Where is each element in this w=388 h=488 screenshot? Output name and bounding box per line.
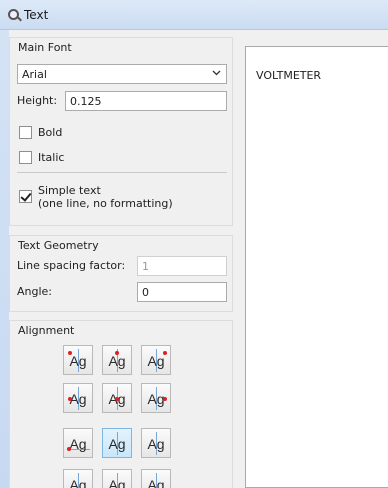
divider <box>17 172 227 173</box>
align-top-center-button[interactable]: Ag <box>102 345 132 375</box>
align-glyph: Ag <box>108 477 126 488</box>
height-input[interactable]: 0.125 <box>65 91 227 111</box>
align-glyph: Ag <box>147 477 165 488</box>
align-glyph: Ag <box>147 436 165 452</box>
line-spacing-input[interactable]: 1 <box>137 256 227 276</box>
align-top-left-button[interactable]: Ag <box>63 345 93 375</box>
angle-input-value: 0 <box>142 286 149 299</box>
line-spacing-label: Line spacing factor: <box>17 259 126 272</box>
align-glyph: Ag <box>108 353 126 369</box>
align-bottom-left-button[interactable]: Ag <box>63 469 93 488</box>
text-geometry-group-title: Text Geometry <box>18 239 99 252</box>
align-glyph: Ag <box>69 477 87 488</box>
anchor-dot <box>68 351 72 355</box>
anchor-dot <box>67 447 71 451</box>
align-middle-center-button[interactable]: Ag <box>102 383 132 413</box>
align-glyph: Ag <box>108 436 126 452</box>
title-bar[interactable]: Text <box>0 0 388 30</box>
bold-label: Bold <box>38 126 63 139</box>
align-baseline-center-button[interactable]: Ag <box>102 428 132 458</box>
align-top-right-button[interactable]: Ag <box>141 345 171 375</box>
anchor-dot <box>115 351 119 355</box>
main-font-group: Main Font Arial Height: 0.125 Bold Itali… <box>9 37 233 226</box>
bold-checkbox[interactable] <box>19 126 32 139</box>
italic-checkbox[interactable] <box>19 151 32 164</box>
align-baseline-right-button[interactable]: Ag <box>141 428 171 458</box>
chevron-down-icon <box>212 70 221 76</box>
angle-input[interactable]: 0 <box>137 282 227 302</box>
text-content: VOLTMETER <box>256 69 322 82</box>
anchor-dot <box>163 351 167 355</box>
dialog-client-area: Main Font Arial Height: 0.125 Bold Itali… <box>9 30 388 488</box>
text-dialog-window: Text Main Font Arial Height: 0.125 Bold … <box>0 0 388 488</box>
align-middle-left-button[interactable]: Ag <box>63 383 93 413</box>
window-title: Text <box>24 8 49 22</box>
align-bottom-right-button[interactable]: Ag <box>141 469 171 488</box>
main-font-group-title: Main Font <box>18 41 72 54</box>
text-tool-icon <box>8 9 19 20</box>
angle-label: Angle: <box>17 285 53 298</box>
simple-text-label: Simple text <box>38 184 101 197</box>
align-bottom-center-button[interactable]: Ag <box>102 469 132 488</box>
align-glyph: Ag <box>147 353 165 369</box>
font-select[interactable]: Arial <box>17 64 227 84</box>
height-input-value: 0.125 <box>70 95 102 108</box>
anchor-dot <box>115 397 119 401</box>
alignment-group: Alignment Ag Ag Ag Ag Ag Ag Ag Ag Ag Ag … <box>9 320 233 488</box>
anchor-dot <box>163 397 167 401</box>
align-glyph: Ag <box>69 353 87 369</box>
line-spacing-value: 1 <box>142 260 149 273</box>
height-label: Height: <box>17 94 58 107</box>
text-edit-area[interactable]: VOLTMETER <box>245 46 388 488</box>
anchor-dot <box>68 397 72 401</box>
simple-text-checkbox[interactable] <box>19 190 32 203</box>
italic-label: Italic <box>38 151 65 164</box>
alignment-group-title: Alignment <box>18 324 75 337</box>
font-select-value: Arial <box>22 68 47 81</box>
text-geometry-group: Text Geometry Line spacing factor: 1 Ang… <box>9 235 233 312</box>
align-baseline-left-button[interactable]: Ag <box>63 428 93 458</box>
simple-text-sublabel: (one line, no formatting) <box>38 197 173 210</box>
align-middle-right-button[interactable]: Ag <box>141 383 171 413</box>
